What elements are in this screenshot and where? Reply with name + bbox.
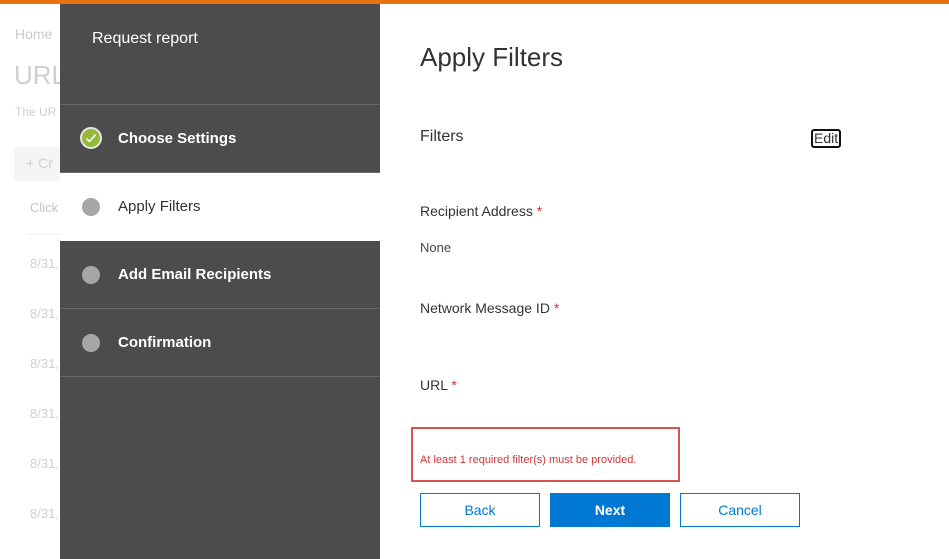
step-indicator-icon: [82, 198, 100, 216]
breadcrumb[interactable]: Home: [15, 26, 52, 42]
column-header: Click: [30, 200, 59, 215]
next-button[interactable]: Next: [550, 493, 670, 527]
step-choose-settings[interactable]: Choose Settings: [60, 105, 380, 173]
field-label-network-message-id: Network Message ID *: [420, 300, 559, 316]
table-row: 8/31,: [30, 356, 59, 371]
field-label-recipient-address: Recipient Address *: [420, 203, 542, 219]
step-indicator-icon: [82, 334, 100, 352]
step-label: Apply Filters: [118, 198, 201, 215]
step-confirmation[interactable]: Confirmation: [60, 309, 380, 377]
back-button[interactable]: Back: [420, 493, 540, 527]
page-description: The UR: [15, 105, 57, 119]
field-label-text: URL: [420, 377, 448, 393]
create-button[interactable]: + Cr: [14, 147, 60, 181]
field-label-text: Recipient Address: [420, 203, 533, 219]
table-row: 8/31,: [30, 306, 59, 321]
create-button-label: Cr: [38, 155, 53, 171]
plus-icon: +: [26, 155, 35, 171]
table-row: 8/31,: [30, 406, 59, 421]
step-label: Choose Settings: [118, 130, 237, 147]
error-message: At least 1 required filter(s) must be pr…: [420, 454, 637, 466]
step-add-email-recipients[interactable]: Add Email Recipients: [60, 241, 380, 309]
step-apply-filters[interactable]: Apply Filters: [60, 173, 380, 241]
field-value-recipient-address: None: [420, 240, 452, 255]
required-marker: *: [553, 300, 560, 316]
required-marker: *: [451, 377, 457, 393]
main-content: Apply Filters Filters Edit Recipient Add…: [380, 4, 949, 559]
table-row: 8/31,: [30, 256, 59, 271]
step-indicator-icon: [82, 266, 100, 284]
edit-link[interactable]: Edit: [811, 129, 842, 148]
required-marker: *: [536, 203, 543, 219]
filters-label: Filters: [420, 128, 464, 145]
cancel-button[interactable]: Cancel: [680, 493, 800, 527]
wizard-panel: Request report Choose Settings Apply Fil…: [60, 4, 380, 559]
step-label: Confirmation: [118, 334, 212, 351]
table-row: 8/31,: [30, 456, 59, 471]
field-label-text: Network Message ID: [420, 300, 550, 316]
step-label: Add Email Recipients: [118, 266, 272, 283]
field-label-url: URL *: [420, 377, 457, 393]
checkmark-icon: [80, 127, 102, 149]
divider: [28, 234, 60, 235]
page-heading: Apply Filters: [420, 42, 564, 72]
table-row: 8/31,: [30, 506, 59, 521]
wizard-title: Request report: [92, 30, 198, 47]
background-page: Home URL The UR + Cr Click 8/31, 8/31, 8…: [0, 4, 60, 559]
page-title: URL: [14, 60, 60, 90]
